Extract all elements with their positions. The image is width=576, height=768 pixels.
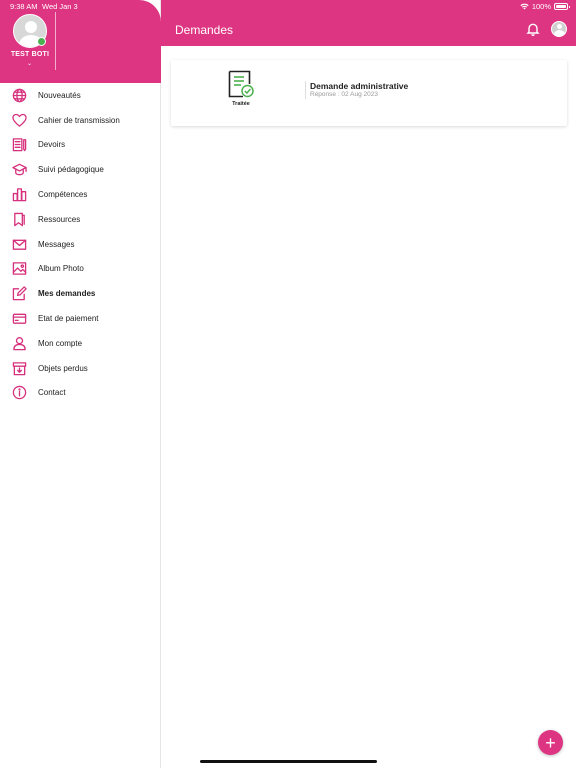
sidebar-item-album-photo[interactable]: Album Photo xyxy=(0,257,160,282)
request-status: Traitée xyxy=(232,101,250,107)
sidebar-item-label: Etat de paiement xyxy=(38,314,99,324)
sidebar-item-suivi-pedagogique[interactable]: Suivi pédagogique xyxy=(0,157,160,182)
edit-icon xyxy=(11,286,27,302)
sidebar: TEST BOTI ⌄ Nouveautés Cahier de transmi… xyxy=(0,0,161,768)
sidebar-item-label: Contact xyxy=(38,388,66,398)
sidebar-item-competences[interactable]: Compétences xyxy=(0,182,160,207)
profile-name[interactable]: TEST BOTI xyxy=(6,51,54,58)
sidebar-item-label: Suivi pédagogique xyxy=(38,165,104,175)
sidebar-item-nouveautes[interactable]: Nouveautés xyxy=(0,83,160,108)
heart-icon xyxy=(11,112,27,128)
request-card[interactable]: Traitée Demande administrative Réponse :… xyxy=(171,60,567,126)
battery-percent: 100% xyxy=(531,2,551,11)
sidebar-item-label: Mon compte xyxy=(38,338,83,348)
sidebar-item-contact[interactable]: Contact xyxy=(0,381,160,406)
profile-divider xyxy=(55,12,56,70)
document-check-icon xyxy=(228,70,254,98)
graduation-cap-icon xyxy=(11,162,27,178)
status-bar: 9:38 AM Wed Jan 3 100% xyxy=(0,0,576,14)
box-icon xyxy=(11,360,27,376)
credit-card-icon xyxy=(11,311,27,327)
bookmark-icon xyxy=(11,211,27,227)
sidebar-item-cahier-de-transmission[interactable]: Cahier de transmission xyxy=(0,108,160,133)
user-icon xyxy=(11,335,27,351)
sidebar-item-messages[interactable]: Messages xyxy=(0,232,160,257)
bar-chart-icon xyxy=(11,187,27,203)
sidebar-item-etat-de-paiement[interactable]: Etat de paiement xyxy=(0,306,160,331)
add-request-button[interactable]: + xyxy=(538,730,563,755)
envelope-icon xyxy=(11,236,27,252)
sidebar-item-mes-demandes[interactable]: Mes demandes xyxy=(0,281,160,306)
info-icon xyxy=(11,385,27,401)
sidebar-item-label: Ressources xyxy=(38,214,81,224)
plus-icon: + xyxy=(545,732,556,753)
sidebar-item-ressources[interactable]: Ressources xyxy=(0,207,160,232)
status-time: 9:38 AM xyxy=(10,2,38,11)
globe-icon xyxy=(11,87,27,103)
sidebar-menu: Nouveautés Cahier de transmission Devoir… xyxy=(0,83,160,405)
homework-icon xyxy=(11,137,27,153)
sidebar-item-devoirs[interactable]: Devoirs xyxy=(0,133,160,158)
sidebar-item-label: Mes demandes xyxy=(38,289,96,299)
sidebar-item-label: Objets perdus xyxy=(38,363,88,373)
home-indicator[interactable] xyxy=(200,760,377,763)
card-divider xyxy=(305,81,306,99)
sidebar-item-label: Messages xyxy=(38,239,75,249)
wifi-icon xyxy=(520,3,529,10)
sidebar-item-mon-compte[interactable]: Mon compte xyxy=(0,331,160,356)
sidebar-item-label: Cahier de transmission xyxy=(38,115,120,125)
sidebar-item-label: Album Photo xyxy=(38,264,84,274)
avatar[interactable] xyxy=(551,21,567,37)
photo-icon xyxy=(11,261,27,277)
request-date: Réponse : 02 Aug 2023 xyxy=(310,91,378,98)
sidebar-item-label: Devoirs xyxy=(38,140,66,150)
sidebar-item-label: Nouveautés xyxy=(38,90,81,100)
online-status-icon xyxy=(37,37,46,46)
sidebar-item-objets-perdus[interactable]: Objets perdus xyxy=(0,356,160,381)
status-date: Wed Jan 3 xyxy=(42,2,78,11)
chevron-down-icon[interactable]: ⌄ xyxy=(27,60,32,67)
bell-icon[interactable] xyxy=(526,22,540,37)
status-right: 100% xyxy=(520,2,570,11)
page-title: Demandes xyxy=(175,23,234,37)
battery-icon xyxy=(554,3,570,10)
sidebar-item-label: Compétences xyxy=(38,190,88,200)
request-title: Demande administrative xyxy=(310,81,409,91)
